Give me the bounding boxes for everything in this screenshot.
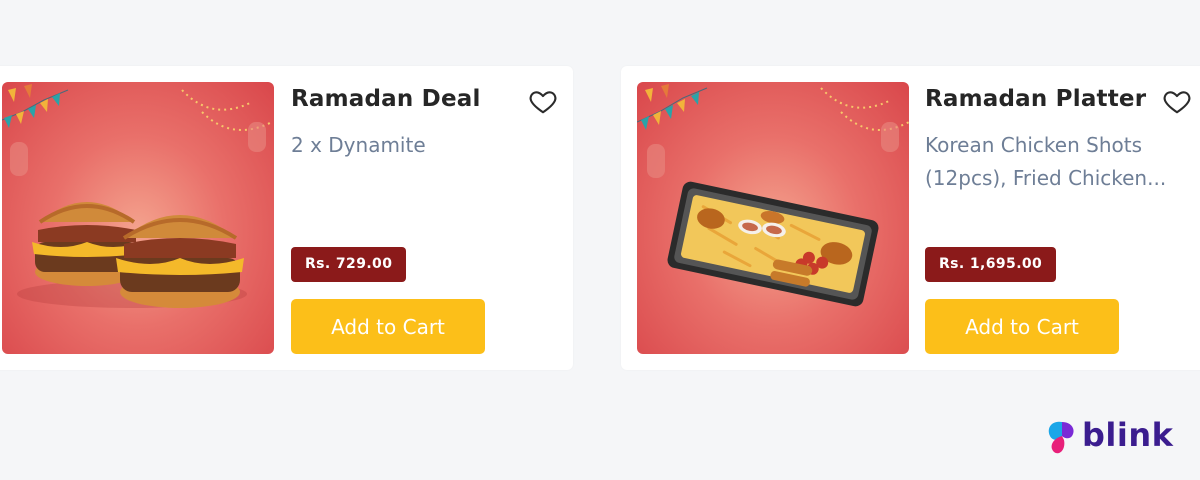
add-to-cart-button[interactable]: Add to Cart: [925, 299, 1119, 354]
butterfly-logo-icon: [1048, 421, 1074, 454]
product-card[interactable]: Ramadan Platter Korean Chicken Shots (12…: [621, 66, 1200, 370]
add-to-cart-button[interactable]: Add to Cart: [291, 299, 485, 354]
product-image[interactable]: [637, 82, 909, 354]
brand-logo: blink: [1044, 416, 1184, 458]
product-image[interactable]: [2, 82, 274, 354]
heart-outline-icon[interactable]: [1162, 86, 1192, 116]
description-line: Korean Chicken Shots: [925, 133, 1143, 157]
product-card[interactable]: Ramadan Deal 2 x Dynamite Rs. 729.00 Add…: [0, 66, 573, 370]
price-badge: Rs. 1,695.00: [925, 247, 1057, 282]
brand-name: blink: [1082, 416, 1174, 454]
product-title[interactable]: Ramadan Platter: [925, 86, 1146, 112]
burger-illustration: [2, 84, 273, 308]
product-title[interactable]: Ramadan Deal: [291, 86, 481, 112]
heart-outline-icon[interactable]: [528, 86, 558, 116]
platter-illustration: [637, 84, 909, 307]
description-line: (12pcs), Fried Chicken...: [925, 166, 1167, 190]
price-badge: Rs. 729.00: [291, 247, 407, 282]
product-description: Korean Chicken Shots (12pcs), Fried Chic…: [925, 129, 1187, 195]
description-line: 2 x Dynamite: [291, 133, 426, 157]
product-description: 2 x Dynamite: [291, 129, 551, 162]
